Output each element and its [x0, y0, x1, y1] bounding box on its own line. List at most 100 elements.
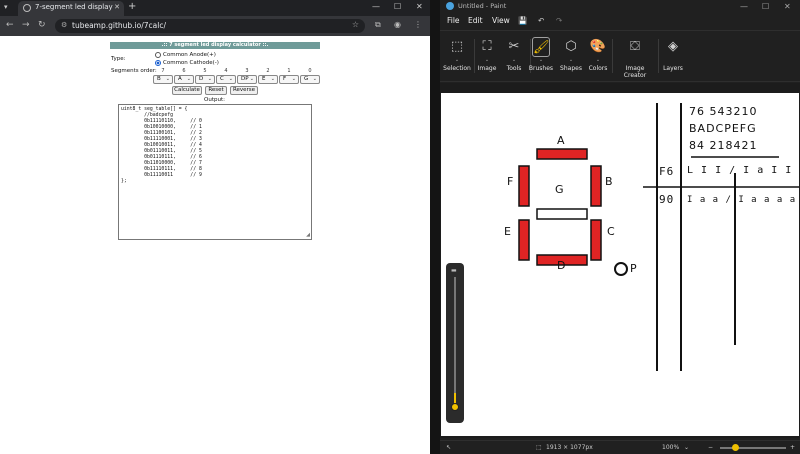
- resize-grip-icon[interactable]: ◢: [306, 232, 310, 238]
- paint-status-bar: ↖ ⬚ 1913 × 1077px 100% ⌄ − +: [440, 440, 800, 454]
- label-c: C: [607, 225, 615, 238]
- code-line: };: [121, 179, 127, 184]
- bits-row: 76 543210: [689, 105, 758, 118]
- tool-label: Layers: [663, 65, 683, 72]
- chevron-down-icon: ⌄: [312, 76, 317, 82]
- browser-window: ▾ 7-segment led display calculat ✕ + — ☐…: [0, 0, 430, 454]
- label-p: P: [630, 262, 637, 275]
- menu-dots-icon[interactable]: ⋮: [414, 20, 422, 29]
- undo-icon[interactable]: ↶: [538, 16, 544, 25]
- forward-icon[interactable]: →: [22, 20, 30, 30]
- segment-select-bit3[interactable]: DP ⌄: [237, 75, 257, 84]
- anode-label: Common Anode(+): [163, 52, 216, 58]
- segment-select-bit4[interactable]: C ⌄: [216, 75, 236, 84]
- bookmark-star-icon[interactable]: ☆: [352, 20, 359, 29]
- brush-size-slider[interactable]: ▬: [446, 263, 464, 423]
- reverse-button[interactable]: Reverse: [230, 86, 258, 95]
- segment-select-bit5[interactable]: D ⌄: [195, 75, 215, 84]
- minimize-icon[interactable]: —: [372, 2, 380, 11]
- tab-title: 7-segment led display calculat: [35, 3, 113, 11]
- label-g: G: [555, 183, 564, 196]
- redo-icon[interactable]: ↷: [556, 16, 562, 25]
- paint-titlebar: Untitled - Paint — ☐ ✕: [440, 0, 800, 12]
- label-b: B: [605, 175, 613, 188]
- save-icon[interactable]: 💾: [518, 16, 527, 25]
- paint-minimize-icon[interactable]: —: [740, 2, 748, 11]
- slider-knob[interactable]: [451, 403, 459, 411]
- new-tab-icon[interactable]: +: [128, 1, 136, 12]
- tab-close-icon[interactable]: ✕: [114, 3, 120, 11]
- maximize-icon[interactable]: ☐: [394, 2, 401, 11]
- paint-ribbon: ⬚ ⌄ Selection ⛶ ⌄ Image ✂ ⌄ Tools 🖌 ⌄ Brushe…: [440, 30, 800, 82]
- bit-number: 2: [266, 68, 270, 74]
- code-line: 0b01110011, // 5: [121, 149, 202, 154]
- bit-number: 3: [245, 68, 249, 74]
- code-line: 0b11010000, // 7: [121, 161, 202, 166]
- bits-value-2: I a a / I a a a a: [687, 195, 797, 205]
- code-line: 0b11110001, // 3: [121, 137, 202, 142]
- calculate-button[interactable]: Calculate: [172, 86, 202, 95]
- code-line: 0b11110110, // 0: [121, 119, 202, 124]
- tool-image-creator[interactable]: ⛋ Image Creator: [614, 37, 656, 79]
- extensions-icon[interactable]: ⧉: [375, 20, 381, 30]
- segment-select-bit0[interactable]: G ⌄: [300, 75, 320, 84]
- label-e: E: [504, 225, 511, 238]
- ribbon-separator: [612, 39, 613, 73]
- calculator-header: .:: 7 segment led display calculator ::.: [110, 42, 320, 49]
- cathode-label: Common Cathode(-): [163, 60, 219, 66]
- bit-number: 1: [287, 68, 291, 74]
- chevron-down-icon[interactable]: ⌄: [684, 444, 689, 451]
- layers-icon: ◈: [668, 39, 678, 54]
- segment-select-bit1[interactable]: F ⌄: [279, 75, 299, 84]
- bit-number: 7: [161, 68, 165, 74]
- profile-icon[interactable]: ◉: [394, 20, 401, 29]
- segment-select-bit6[interactable]: A ⌄: [174, 75, 194, 84]
- tab-bar: ▾ 7-segment led display calculat ✕ + — ☐…: [0, 0, 430, 16]
- bits-value-1: L I I / I a I I a: [687, 165, 800, 176]
- zoom-in-icon[interactable]: +: [790, 444, 795, 451]
- zoom-track[interactable]: [720, 447, 786, 449]
- zoom-level[interactable]: 100%: [662, 444, 679, 451]
- pointer-icon: ↖: [446, 444, 452, 451]
- reset-button[interactable]: Reset: [205, 86, 227, 95]
- url-field[interactable]: ⚙ tubeamp.github.io/7calc/ ☆: [55, 19, 365, 33]
- reload-icon[interactable]: ↻: [38, 20, 46, 30]
- tab-search-icon[interactable]: ▾: [4, 3, 8, 11]
- label-d: D: [557, 259, 566, 272]
- menu-view[interactable]: View: [492, 16, 510, 25]
- chevron-down-icon: ⌄: [270, 76, 275, 82]
- zoom-out-icon[interactable]: −: [708, 444, 713, 451]
- segment-b: [590, 165, 602, 207]
- back-icon[interactable]: ←: [6, 20, 14, 30]
- segment-e: [518, 219, 530, 261]
- segment-select-bit7[interactable]: B ⌄: [153, 75, 173, 84]
- paint-maximize-icon[interactable]: ☐: [762, 2, 769, 11]
- segment-dp: [614, 262, 628, 276]
- chevron-down-icon: ⌄: [186, 76, 191, 82]
- site-info-icon[interactable]: ⚙: [61, 21, 67, 29]
- drawing-canvas[interactable]: A B C D E F G P 76 543210 BADCPEFG 84 21…: [441, 93, 800, 436]
- anode-radio[interactable]: [155, 52, 161, 58]
- browser-tab[interactable]: 7-segment led display calculat ✕: [18, 1, 124, 16]
- tool-layers[interactable]: ◈ Layers: [654, 37, 692, 72]
- weights-row: 84 218421: [689, 139, 758, 152]
- close-window-icon[interactable]: ✕: [416, 2, 423, 11]
- bit-number: 5: [203, 68, 207, 74]
- segment-select-bit2[interactable]: E ⌄: [258, 75, 278, 84]
- code-line: 0b11110111, // 8: [121, 167, 202, 172]
- image-creator-icon: ⛋: [630, 39, 640, 54]
- code-line: 0b11110011 // 9: [121, 173, 202, 178]
- bit-number: 6: [182, 68, 186, 74]
- segment-select-value: G: [304, 76, 309, 82]
- menu-edit[interactable]: Edit: [468, 16, 483, 25]
- chevron-down-icon: ⌄: [249, 76, 254, 82]
- menu-file[interactable]: File: [447, 16, 460, 25]
- chevron-down-icon: ⌄: [228, 76, 233, 82]
- type-label: Type:: [111, 56, 126, 62]
- cathode-radio[interactable]: [155, 60, 161, 66]
- output-textarea[interactable]: uint8_t seg_table[] = { //badcpefg 0b111…: [118, 104, 312, 240]
- zoom-knob[interactable]: [732, 444, 739, 451]
- paint-close-icon[interactable]: ✕: [784, 2, 791, 11]
- calculator-panel: .:: 7 segment led display calculator ::.…: [110, 42, 320, 242]
